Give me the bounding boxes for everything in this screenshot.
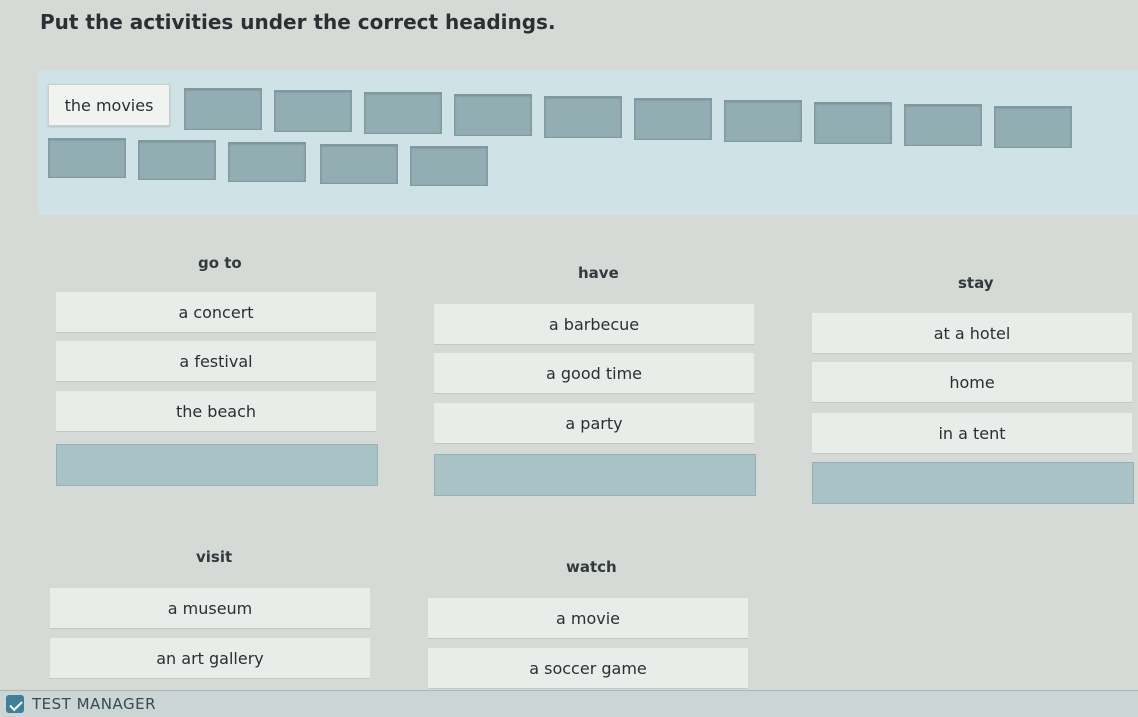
empty-slot[interactable] [274,90,352,132]
test-manager-logo-icon [6,695,24,713]
activity-item[interactable]: a movie [428,598,748,639]
empty-slot[interactable] [410,146,488,186]
activity-item[interactable]: a museum [50,588,370,629]
drop-zone-stay[interactable] [812,462,1134,504]
activity-item[interactable]: home [812,362,1132,403]
activity-item[interactable]: at a hotel [812,313,1132,354]
activity-item[interactable]: an art gallery [50,638,370,679]
empty-slot[interactable] [48,138,126,178]
empty-slot[interactable] [724,100,802,142]
empty-slot[interactable] [544,96,622,138]
drop-zone-have[interactable] [434,454,756,496]
activity-item[interactable]: a barbecue [434,304,754,345]
empty-slot[interactable] [320,144,398,184]
heading-stay: stay [958,274,994,292]
footer-bar: TEST MANAGER [0,690,1138,717]
heading-visit: visit [196,548,233,566]
empty-slot[interactable] [814,102,892,144]
drop-zone-go-to[interactable] [56,444,378,486]
activity-item[interactable]: a party [434,403,754,444]
heading-watch: watch [566,558,617,576]
activity-item[interactable]: the beach [56,391,376,432]
empty-slot[interactable] [138,140,216,180]
empty-slot[interactable] [904,104,982,146]
activity-item[interactable]: a soccer game [428,648,748,689]
activity-item[interactable]: a concert [56,292,376,333]
activity-item[interactable]: in a tent [812,413,1132,454]
word-bank: the movies [38,70,1138,215]
empty-slot[interactable] [228,142,306,182]
instruction-text: Put the activities under the correct hea… [40,10,556,34]
empty-slot[interactable] [454,94,532,136]
activity-item[interactable]: a festival [56,341,376,382]
heading-have: have [578,264,619,282]
footer-brand-label: TEST MANAGER [32,695,157,713]
activity-item[interactable]: a good time [434,353,754,394]
empty-slot[interactable] [184,88,262,130]
empty-slot[interactable] [364,92,442,134]
empty-slot[interactable] [994,106,1072,148]
heading-go-to: go to [198,254,242,272]
draggable-chip-the-movies[interactable]: the movies [48,84,170,126]
empty-slot[interactable] [634,98,712,140]
